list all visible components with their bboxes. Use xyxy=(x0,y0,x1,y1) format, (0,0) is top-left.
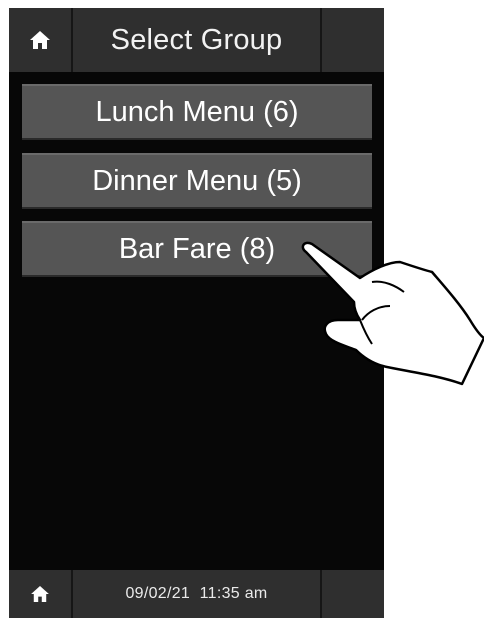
page-title-cell: Select Group xyxy=(73,8,322,72)
footer-home-button[interactable] xyxy=(9,570,73,618)
footer-empty-cell xyxy=(322,570,384,618)
footer-bar: 09/02/21 11:35 am xyxy=(9,570,384,618)
home-button[interactable] xyxy=(9,8,73,72)
home-icon xyxy=(31,586,49,602)
device-screen: Select Group Lunch Menu (6) Dinner Menu … xyxy=(9,8,384,618)
page-title: Select Group xyxy=(110,23,283,56)
menu-group-button-bar-fare[interactable]: Bar Fare (8) xyxy=(22,221,372,277)
menu-group-button-lunch[interactable]: Lunch Menu (6) xyxy=(22,84,372,140)
header-empty-cell xyxy=(322,8,384,72)
datetime-display: 09/02/21 11:35 am xyxy=(125,585,268,602)
home-icon xyxy=(30,31,50,49)
header-bar: Select Group xyxy=(9,8,384,72)
footer-datetime-cell: 09/02/21 11:35 am xyxy=(73,570,322,618)
menu-group-button-dinner[interactable]: Dinner Menu (5) xyxy=(22,153,372,209)
